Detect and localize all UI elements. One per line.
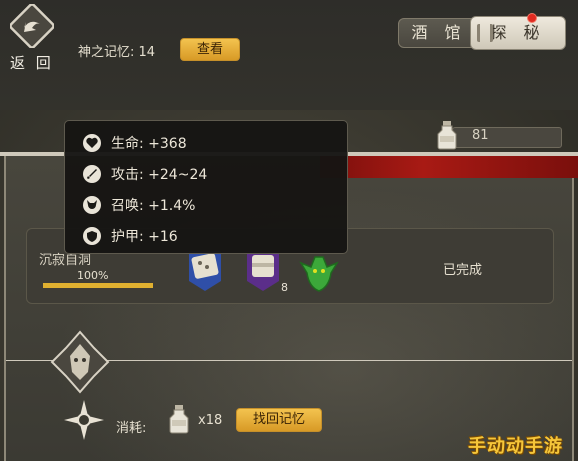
stat-attack-label: 攻击: +24~24	[111, 167, 208, 183]
level-status: 已完成	[443, 263, 483, 278]
panel-border-left	[4, 156, 6, 461]
star-node-icon[interactable]	[62, 398, 106, 442]
progress-label: 100%	[77, 269, 109, 282]
demon-head-icon	[83, 196, 101, 214]
dice-card-icon[interactable]	[185, 249, 225, 293]
red-banner	[320, 156, 578, 178]
recall-memory-button[interactable]: 找回记忆	[236, 408, 322, 432]
stat-summon-label: 召唤: +1.4%	[111, 198, 196, 214]
potion-bottle-icon	[437, 121, 457, 150]
potion-bottle-icon	[169, 405, 189, 434]
bottle-count: 81	[472, 128, 489, 143]
back-label: 返 回	[10, 54, 54, 72]
god-memory-counter: 神之记忆: 14	[78, 45, 156, 60]
stats-tooltip: 生命: +368 攻击: +24~24 召唤: +1.4% 护甲: +16	[64, 120, 348, 254]
stat-hp-label: 生命: +368	[111, 136, 187, 152]
stat-attack: 攻击: +24~24	[83, 162, 323, 186]
stat-armor-label: 护甲: +16	[111, 229, 178, 245]
tab-tavern[interactable]: 酒 馆	[398, 18, 480, 48]
bottle-counter-bg	[452, 127, 562, 148]
progress-bar	[43, 283, 153, 288]
watermark: 手动动手游	[468, 436, 563, 457]
goblin-icon[interactable]	[299, 249, 339, 293]
boss-medallion-icon[interactable]	[50, 330, 110, 394]
consume-label: 消耗:	[116, 421, 147, 436]
back-arrow-icon	[10, 4, 54, 48]
heart-icon	[83, 134, 101, 152]
back-button[interactable]: 返 回	[4, 4, 64, 72]
stat-armor: 护甲: +16	[83, 224, 323, 248]
view-button[interactable]: 查看	[180, 38, 240, 61]
progress-fill	[43, 283, 153, 288]
stat-hp: 生命: +368	[83, 131, 323, 155]
shield-icon	[83, 227, 101, 245]
notification-dot	[527, 13, 537, 23]
consume-count: x18	[198, 413, 223, 428]
panel-border-right	[572, 156, 574, 461]
stat-summon: 召唤: +1.4%	[83, 193, 323, 217]
sword-icon	[83, 165, 101, 183]
scroll-card-icon[interactable]	[243, 249, 283, 293]
bottle-counter: 81	[436, 121, 562, 150]
card-count: 8	[281, 281, 288, 294]
tab-explore[interactable]: 探 秘	[470, 16, 566, 50]
